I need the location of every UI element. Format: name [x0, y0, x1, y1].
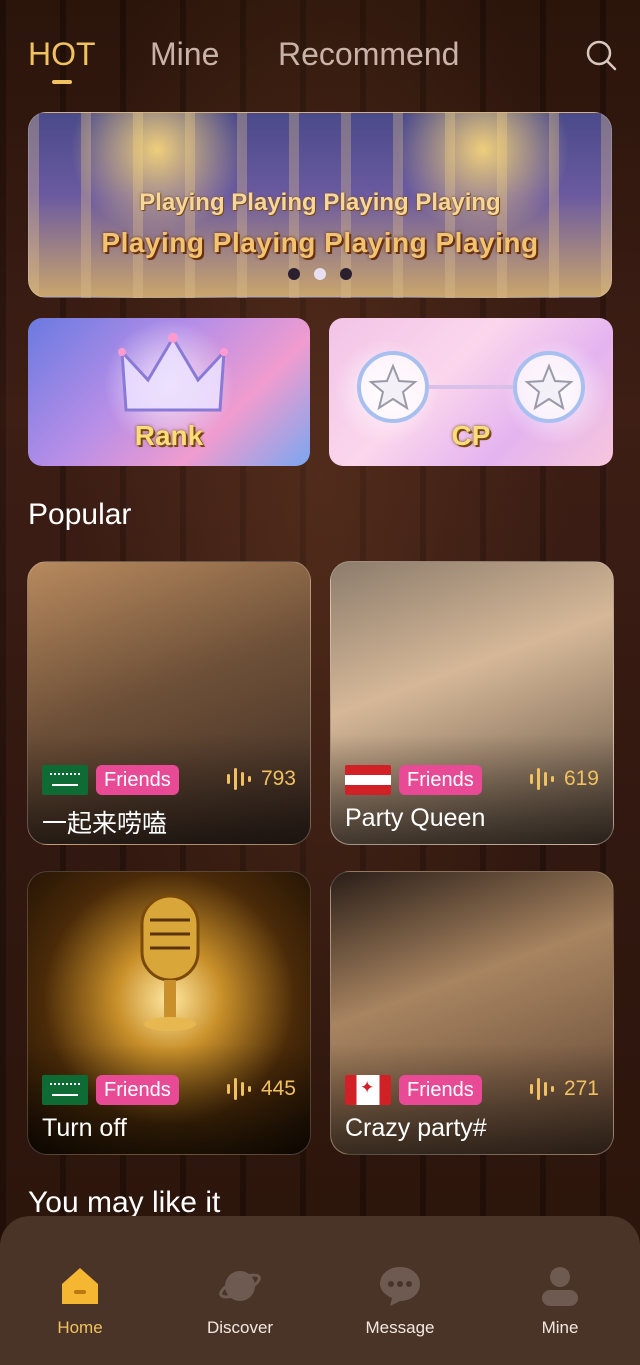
planet-icon: [219, 1271, 261, 1301]
room-name: Party Queen: [345, 804, 486, 832]
room-card[interactable]: Friends 445 Turn off: [27, 871, 311, 1155]
saudi-arabia-flag-icon: [42, 765, 88, 795]
room-card[interactable]: Friends 271 Crazy party#: [330, 871, 614, 1155]
banner-dot[interactable]: [340, 268, 353, 280]
bottom-navigation: Home Discover Message Mine: [0, 1216, 640, 1365]
nav-mine-label: Mine: [541, 1318, 579, 1337]
nav-message[interactable]: Message: [350, 1264, 450, 1338]
austria-flag-icon: [345, 765, 391, 795]
listener-count-value: 445: [260, 1077, 296, 1100]
tab-recommend[interactable]: Recommend: [278, 36, 459, 73]
room-tag: Friends: [399, 765, 482, 795]
banner-text-bottom: Playing Playing Playing Playing: [101, 227, 539, 258]
promo-banner[interactable]: Playing Playing Playing Playing Playing …: [28, 112, 612, 298]
may-like-section-title: You may like it: [28, 1186, 221, 1219]
banner-dot-active[interactable]: [314, 268, 326, 280]
nav-home-label: Home: [57, 1318, 103, 1337]
listener-count-value: 271: [563, 1077, 599, 1100]
listener-count-value: 619: [563, 767, 599, 790]
listener-count: 445: [225, 1073, 296, 1105]
banner-text-top: Playing Playing Playing Playing: [139, 189, 501, 216]
top-tab-bar: HOT Mine Recommend: [28, 30, 620, 90]
person-icon: [542, 1267, 578, 1306]
cp-badges-icon: [357, 351, 585, 423]
active-tab-indicator: [52, 80, 72, 84]
listener-count: 271: [528, 1073, 599, 1105]
tab-hot[interactable]: HOT: [28, 36, 96, 73]
room-tag: Friends: [96, 765, 179, 795]
nav-mine[interactable]: Mine: [510, 1264, 610, 1338]
tab-mine[interactable]: Mine: [150, 36, 219, 73]
room-name: 一起来唠嗑: [42, 810, 168, 838]
cp-label: CP: [451, 420, 491, 451]
room-tag: Friends: [96, 1075, 179, 1105]
room-name: Crazy party#: [345, 1114, 487, 1142]
room-tag: Friends: [399, 1075, 482, 1105]
nav-discover-label: Discover: [206, 1318, 274, 1337]
home-icon: [62, 1268, 98, 1304]
nav-home[interactable]: Home: [30, 1264, 130, 1338]
saudi-arabia-flag-icon: [42, 1075, 88, 1105]
crown-icon: [118, 333, 228, 412]
room-card[interactable]: Friends 619 Party Queen: [330, 561, 614, 845]
room-name: Turn off: [42, 1114, 127, 1142]
rank-card[interactable]: Rank: [28, 318, 310, 466]
chat-bubble-icon: [380, 1267, 420, 1306]
popular-section-title: Popular: [28, 498, 132, 531]
listener-count-value: 793: [260, 767, 296, 790]
nav-message-label: Message: [365, 1318, 435, 1337]
rank-label: Rank: [134, 420, 204, 451]
audio-wave-icon: [226, 1078, 251, 1100]
audio-wave-icon: [529, 768, 554, 790]
microphone-icon: [140, 894, 200, 1031]
audio-wave-icon: [529, 1078, 554, 1100]
listener-count: 793: [225, 763, 296, 795]
banner-pagination: [29, 267, 611, 285]
room-card[interactable]: Friends 793 一起来唠嗑: [27, 561, 311, 845]
canada-flag-icon: [345, 1075, 391, 1105]
search-icon[interactable]: [584, 38, 620, 74]
nav-discover[interactable]: Discover: [190, 1264, 290, 1338]
cp-card[interactable]: CP: [329, 318, 613, 466]
listener-count: 619: [528, 763, 599, 795]
banner-dot[interactable]: [287, 268, 300, 280]
audio-wave-icon: [226, 768, 251, 790]
